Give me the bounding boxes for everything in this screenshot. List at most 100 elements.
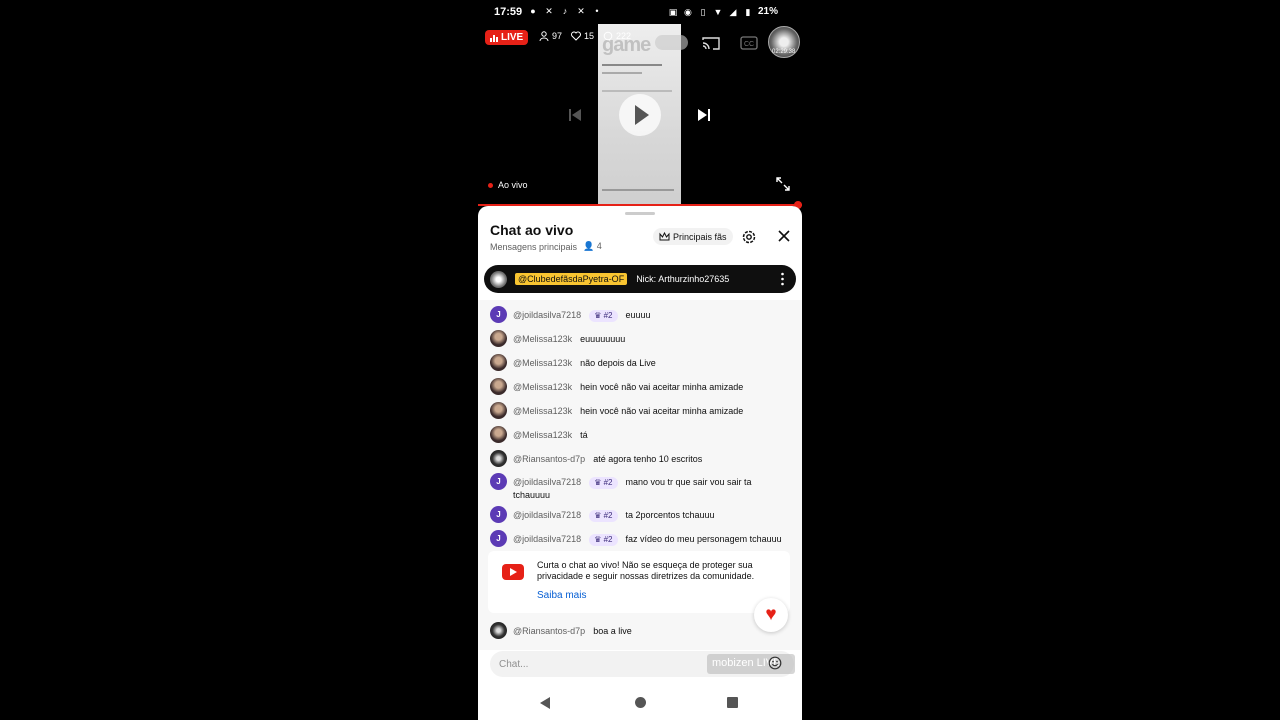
- message-text: euuuuuuuu: [580, 334, 626, 344]
- avatar[interactable]: [490, 622, 507, 639]
- message-author[interactable]: @Melissa123k: [513, 406, 572, 416]
- message-author[interactable]: @joildasilva7218: [513, 534, 581, 544]
- system-icons: ▣ ◉ ▯ ▼ ◢ ▮ 21%: [668, 6, 778, 17]
- live-stats: 97 15 222: [539, 31, 631, 41]
- avatar[interactable]: J: [490, 306, 507, 323]
- chat-message: @Melissa123k tá: [490, 426, 790, 443]
- message-author[interactable]: @Melissa123k: [513, 358, 572, 368]
- channel-avatar[interactable]: 02:29:38: [768, 26, 800, 58]
- message-author[interactable]: @Melissa123k: [513, 382, 572, 392]
- thumb-line: [602, 72, 642, 74]
- video-player[interactable]: game LIVE 97 15 222 CC 02:29:38 Ao vivo: [478, 24, 802, 209]
- capcut-icon: ✕: [577, 6, 585, 16]
- avatar[interactable]: [490, 402, 507, 419]
- message-text: hein você não vai aceitar minha amizade: [580, 382, 744, 392]
- rank-label: #2: [603, 478, 613, 487]
- message-text: faz vídeo do meu personagem tchauuu: [625, 534, 782, 544]
- avatar[interactable]: [490, 450, 507, 467]
- heart-reaction-button[interactable]: ♥: [754, 598, 788, 632]
- chat-message: J @joildasilva7218 ♛ #2 euuuu: [490, 306, 790, 323]
- message-author[interactable]: @Melissa123k: [513, 334, 572, 344]
- message-text: hein você não vai aceitar minha amizade: [580, 406, 744, 416]
- more-vert-icon[interactable]: [781, 272, 784, 286]
- message-author[interactable]: @joildasilva7218: [513, 477, 581, 487]
- participants: 👤 4: [583, 241, 602, 252]
- live-status-label: Ao vivo: [498, 180, 528, 190]
- live-status: Ao vivo: [488, 180, 528, 190]
- live-dot-icon: [488, 182, 493, 188]
- message-text: não depois da Live: [580, 358, 656, 368]
- live-chat-panel: Chat ao vivo Mensagens principais 👤 4 Pr…: [478, 206, 802, 686]
- channel-timestamp: 02:29:38: [772, 49, 796, 55]
- chat-message: @Melissa123k hein você não vai aceitar mi…: [490, 378, 790, 395]
- crown-icon: [659, 232, 670, 241]
- close-icon[interactable]: [776, 228, 792, 244]
- chat-message-list[interactable]: J @joildasilva7218 ♛ #2 euuuu @Melissa123k…: [478, 300, 802, 650]
- fullscreen-icon[interactable]: [776, 177, 790, 191]
- status-time: 17:59: [494, 6, 523, 18]
- top-fans-label: Principais fãs: [673, 231, 727, 242]
- rank-label: #2: [603, 535, 613, 544]
- avatar[interactable]: J: [490, 530, 507, 547]
- battery-percent: 21%: [757, 6, 778, 17]
- avatar[interactable]: [490, 330, 507, 347]
- person-icon: [539, 31, 549, 41]
- comment-icon: [603, 31, 613, 41]
- message-author[interactable]: @joildasilva7218: [513, 310, 581, 320]
- recent-apps-icon[interactable]: [727, 697, 738, 708]
- play-button[interactable]: [619, 94, 661, 136]
- message-author[interactable]: @Riansantos-d7p: [513, 626, 585, 636]
- cast-icon[interactable]: [702, 36, 720, 50]
- chat-bubble-icon: ●: [530, 6, 536, 16]
- dot-icon: •: [595, 6, 599, 16]
- viewers-count: 97: [552, 31, 563, 41]
- likes-stat: 15: [571, 31, 594, 41]
- message-author[interactable]: @Melissa123k: [513, 430, 572, 440]
- rank-label: #2: [603, 511, 613, 520]
- participants-count: 4: [596, 241, 602, 251]
- tiktok-icon: ♪: [562, 6, 568, 16]
- drag-handle[interactable]: [625, 212, 655, 215]
- message-text: boa a live: [593, 626, 632, 636]
- avatar[interactable]: [490, 354, 507, 371]
- chat-input[interactable]: [490, 651, 700, 677]
- vibrate-icon: ▯: [700, 6, 706, 17]
- message-author[interactable]: @joildasilva7218: [513, 510, 581, 520]
- chat-message: @Riansantos-d7p boa a live: [490, 622, 790, 639]
- chat-message: @Riansantos-d7p até agora tenho 10 escrit…: [490, 450, 790, 467]
- avatar[interactable]: J: [490, 506, 507, 523]
- chat-mode-selector[interactable]: Mensagens principais 👤 4: [490, 241, 602, 252]
- avatar[interactable]: [490, 378, 507, 395]
- avatar[interactable]: J: [490, 473, 507, 490]
- fan-rank-badge: ♛ #2: [589, 534, 618, 546]
- previous-icon[interactable]: [568, 108, 582, 122]
- home-icon[interactable]: [635, 697, 646, 708]
- wifi-icon: ▼: [713, 6, 723, 17]
- emoji-icon[interactable]: [768, 656, 782, 670]
- pinned-message[interactable]: @ClubedefãsdaPyetra-OF Nick: Arthurzinho…: [484, 265, 796, 293]
- svg-text:CC: CC: [744, 41, 754, 48]
- learn-more-link[interactable]: Saiba mais: [537, 590, 586, 601]
- thumb-line: [602, 64, 662, 66]
- top-fans-button[interactable]: Principais fãs: [653, 228, 733, 245]
- next-icon[interactable]: [697, 108, 711, 122]
- signal-icon: ◢: [729, 6, 737, 17]
- comments-stat: 222: [603, 31, 631, 41]
- heart-icon: [571, 31, 581, 41]
- chat-title: Chat ao vivo: [490, 222, 574, 238]
- chat-message: J @joildasilva7218 ♛ #2 ta 2porcentos tcha…: [490, 506, 790, 523]
- gear-icon[interactable]: [740, 228, 758, 246]
- pause-pill[interactable]: [655, 35, 688, 50]
- notice-text: Curta o chat ao vivo! Não se esqueça de …: [537, 560, 755, 581]
- message-text: tá: [580, 430, 588, 440]
- captions-icon[interactable]: CC: [740, 36, 758, 50]
- pinned-avatar: [490, 270, 507, 288]
- pinned-author-tag: @ClubedefãsdaPyetra-OF: [515, 273, 628, 285]
- message-author[interactable]: @Riansantos-d7p: [513, 454, 585, 464]
- message-text: ta 2porcentos tchauuu: [625, 510, 715, 520]
- back-icon[interactable]: [540, 697, 550, 709]
- comments-count: 222: [616, 31, 632, 41]
- capcut-icon: ✕: [545, 6, 553, 16]
- fan-rank-badge: ♛ #2: [589, 477, 618, 489]
- avatar[interactable]: [490, 426, 507, 443]
